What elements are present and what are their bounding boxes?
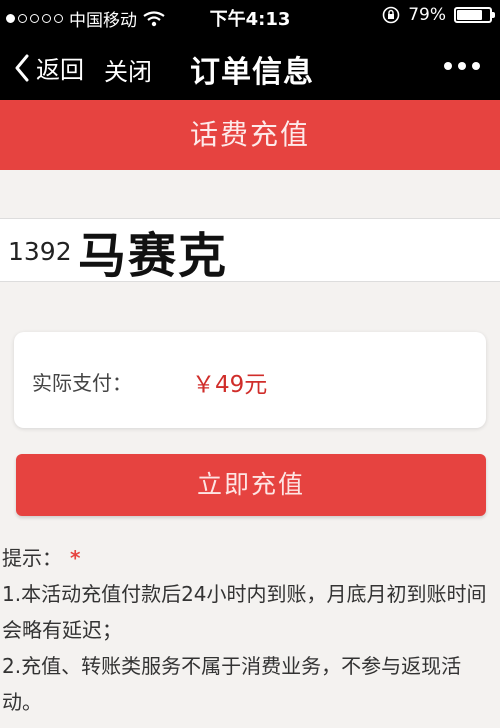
battery-icon: [454, 7, 495, 23]
required-star: *: [70, 546, 81, 570]
status-right: 79%: [382, 5, 495, 25]
back-button[interactable]: 返回: [14, 50, 84, 85]
tips-title: 提示： *: [2, 540, 500, 576]
payment-card: 实际支付： ￥49元: [14, 332, 486, 428]
battery-percent: 79%: [408, 5, 446, 25]
mosaic-overlay-text: 马赛克: [78, 228, 229, 284]
status-bar: 中国移动 下午4:13 79%: [0, 0, 500, 32]
more-options-icon[interactable]: [444, 62, 480, 70]
nav-bar: 返回 关闭 订单信息: [0, 32, 500, 100]
rotation-lock-icon: [382, 6, 400, 24]
payment-label: 实际支付：: [32, 371, 132, 395]
tip-line-2: 2.充值、转账类服务不属于消费业务，不参与返现活动。: [2, 654, 462, 714]
section-header: 话费充值: [0, 100, 500, 170]
tip-line-1: 1.本活动充值付款后24小时内到账，月底月初到账时间会略有延迟；: [2, 582, 487, 642]
chevron-left-icon: [15, 54, 29, 81]
back-label: 返回: [36, 56, 84, 84]
payment-amount: ￥49元: [192, 372, 268, 398]
battery-level-fill: [457, 10, 482, 20]
tips-title-text: 提示：: [2, 546, 62, 570]
page-title: 订单信息: [190, 55, 314, 90]
tips-section: 提示： * 1.本活动充值付款后24小时内到账，月底月初到账时间会略有延迟； 2.…: [2, 540, 500, 720]
phone-field[interactable]: [0, 218, 500, 282]
close-button[interactable]: 关闭: [104, 52, 152, 87]
recharge-now-button[interactable]: 立即充值: [16, 454, 486, 516]
